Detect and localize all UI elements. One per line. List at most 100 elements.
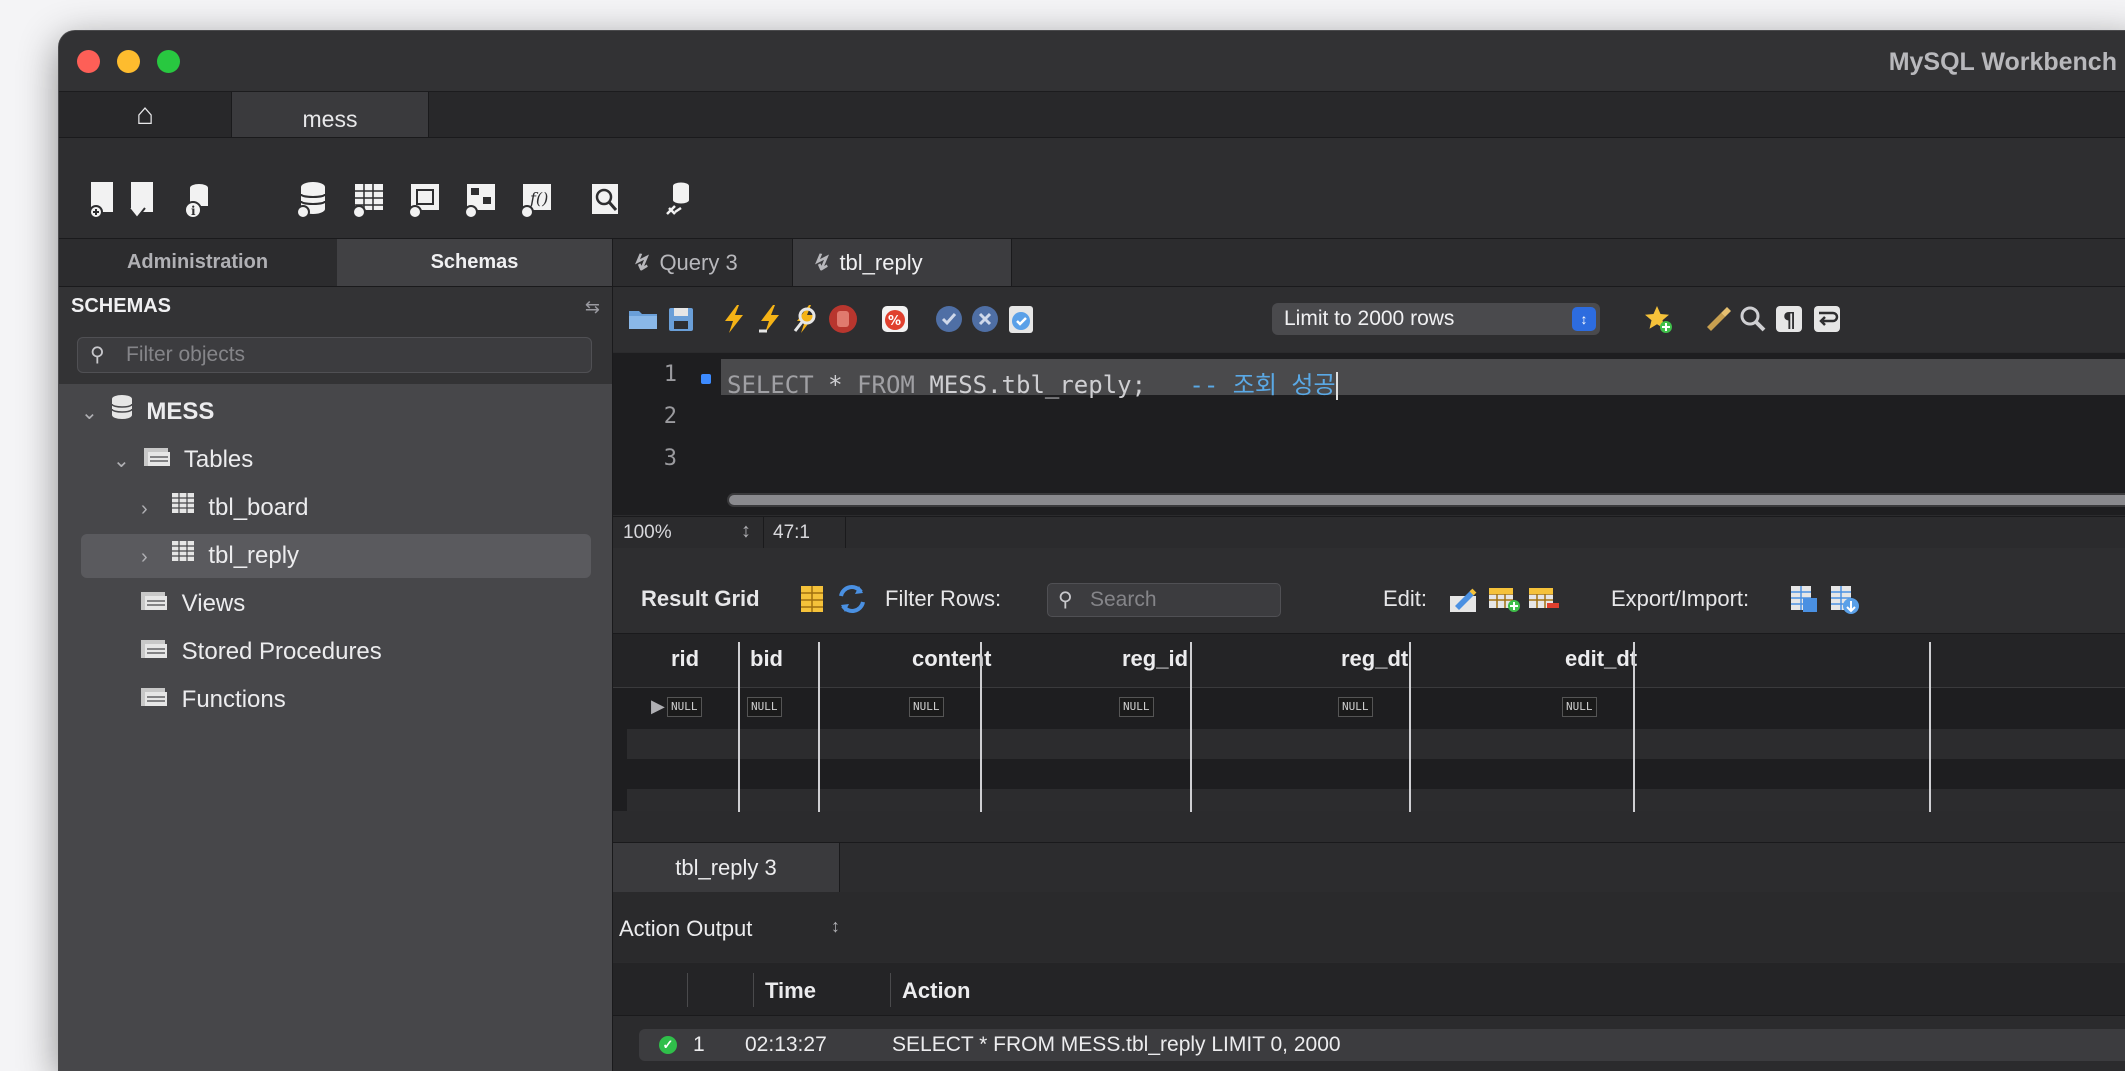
svg-text:f(): f() <box>529 189 548 208</box>
toggle-error-stop-icon[interactable]: % <box>879 303 911 335</box>
null-value[interactable]: NULL <box>747 697 782 717</box>
null-value[interactable]: NULL <box>1338 697 1373 717</box>
stop-icon[interactable] <box>827 303 859 335</box>
column-header-action[interactable]: Action <box>902 978 970 1004</box>
import-icon[interactable] <box>1827 582 1861 616</box>
horizontal-scrollbar[interactable] <box>727 493 2125 507</box>
sql-editor[interactable]: 1 2 3 SELECT * FROM MESS.tbl_reply; -- 조… <box>613 353 2125 515</box>
new-sql-tab-icon[interactable] <box>87 180 121 220</box>
rollback-icon[interactable] <box>969 303 1001 335</box>
column-divider <box>890 973 891 1007</box>
save-icon[interactable] <box>665 303 697 335</box>
schema-inspector-icon[interactable]: i <box>181 180 215 220</box>
null-value[interactable]: NULL <box>667 697 702 717</box>
filter-objects-input[interactable] <box>124 341 568 369</box>
column-header-bid[interactable]: bid <box>750 646 783 672</box>
commit-icon[interactable] <box>933 303 965 335</box>
tree-item-schema-mess[interactable]: ⌄ MESS <box>81 390 214 434</box>
column-divider <box>1929 642 1931 812</box>
column-divider <box>818 642 820 812</box>
column-header-rid[interactable]: rid <box>671 646 699 672</box>
word-wrap-icon[interactable] <box>1811 303 1843 335</box>
svg-text:¶: ¶ <box>1783 308 1796 332</box>
create-view-icon[interactable] <box>407 180 441 220</box>
create-procedure-icon[interactable] <box>463 180 497 220</box>
output-type-select[interactable]: Action Output <box>619 916 752 942</box>
table-name: tbl_board <box>208 494 309 521</box>
table-row[interactable]: ▶ NULL NULL NULL NULL NULL NULL <box>627 688 2125 718</box>
lightning-icon: ↯ <box>811 250 830 275</box>
output-row[interactable]: ✓ 1 02:13:27 SELECT * FROM MESS.tbl_repl… <box>639 1029 2125 1061</box>
tab-query-3[interactable]: ↯ Query 3 <box>613 239 809 286</box>
output-column-header: Time Action <box>613 963 2125 1016</box>
minimize-window-button[interactable] <box>117 50 140 73</box>
column-header-reg-dt[interactable]: reg_dt <box>1341 646 1408 672</box>
refresh-icon[interactable] <box>835 582 869 616</box>
chevron-right-icon[interactable]: › <box>141 487 163 531</box>
output-panel-header: Action Output ↕ <box>613 892 2125 962</box>
insert-row-icon[interactable] <box>1487 582 1521 616</box>
column-header-reg-id[interactable]: reg_id <box>1122 646 1188 672</box>
tree-item-tbl-reply[interactable]: › tbl_reply <box>81 534 591 578</box>
zoom-window-button[interactable] <box>157 50 180 73</box>
tab-schemas[interactable]: Schemas <box>337 239 612 286</box>
auto-commit-icon[interactable] <box>1005 303 1037 335</box>
column-divider <box>753 973 754 1007</box>
divider <box>763 517 764 548</box>
edit-row-icon[interactable] <box>1447 582 1481 616</box>
tab-tbl-reply-3[interactable]: tbl_reply 3 <box>613 843 840 892</box>
create-schema-icon[interactable] <box>295 180 329 220</box>
tree-item-stored-procedures[interactable]: Stored Procedures <box>139 630 382 674</box>
export-icon[interactable] <box>1787 582 1821 616</box>
add-snippet-icon[interactable] <box>1643 303 1675 335</box>
output-tab-bar: tbl_reply 3 <box>613 842 2125 893</box>
limit-rows-select[interactable]: Limit to 2000 rows ↕ <box>1272 303 1600 335</box>
database-icon <box>110 391 134 435</box>
filter-rows-input[interactable] <box>1088 587 1272 613</box>
chevron-down-icon[interactable]: ⌄ <box>113 439 135 483</box>
column-header-time[interactable]: Time <box>765 978 816 1004</box>
tree-item-views[interactable]: Views <box>139 582 245 626</box>
home-tab[interactable]: ⌂ <box>59 92 231 137</box>
chevron-down-icon[interactable]: ⌄ <box>81 391 103 435</box>
explain-icon[interactable] <box>791 303 823 335</box>
tree-item-tbl-board[interactable]: › tbl_board <box>141 486 601 530</box>
open-folder-icon[interactable] <box>627 303 659 335</box>
tree-item-functions[interactable]: Functions <box>139 678 286 722</box>
create-function-icon[interactable]: f() <box>519 180 553 220</box>
create-table-icon[interactable] <box>351 180 385 220</box>
zoom-stepper-icon[interactable]: ↕ <box>741 520 751 543</box>
open-sql-script-icon[interactable] <box>127 180 161 220</box>
folder-icon <box>139 583 169 627</box>
execute-icon[interactable] <box>719 303 751 335</box>
find-icon[interactable] <box>1737 303 1769 335</box>
refresh-schemas-icon[interactable]: ⇆ <box>585 297 600 318</box>
reconnect-icon[interactable] <box>661 180 695 220</box>
up-down-arrows-icon[interactable]: ↕ <box>831 916 840 937</box>
tab-tbl-reply[interactable]: ↯ tbl_reply <box>792 239 1012 286</box>
output-row-number: 1 <box>693 1033 705 1056</box>
beautify-icon[interactable] <box>1703 303 1735 335</box>
folder-icon <box>139 679 169 723</box>
result-grid-label[interactable]: Result Grid <box>641 586 760 612</box>
close-window-button[interactable] <box>77 50 100 73</box>
column-divider <box>980 642 982 812</box>
execute-current-statement-icon[interactable] <box>755 303 787 335</box>
sidebar-tab-bar: Administration Schemas <box>59 239 612 287</box>
tree-item-tables[interactable]: ⌄ Tables <box>113 438 253 482</box>
null-value[interactable]: NULL <box>909 697 944 717</box>
statement-marker-icon <box>701 374 711 384</box>
null-value[interactable]: NULL <box>1119 697 1154 717</box>
chevron-right-icon[interactable]: › <box>141 535 163 579</box>
connection-tab-mess[interactable]: mess <box>231 92 429 137</box>
zoom-level[interactable]: 100% <box>623 522 672 544</box>
search-table-data-icon[interactable] <box>589 180 623 220</box>
column-header-edit-dt[interactable]: edit_dt <box>1565 646 1637 672</box>
invisible-characters-icon[interactable]: ¶ <box>1773 303 1805 335</box>
null-value[interactable]: NULL <box>1562 697 1597 717</box>
limit-rows-label: Limit to 2000 rows <box>1284 307 1455 330</box>
result-grid-view-icon[interactable] <box>795 582 829 616</box>
tab-administration[interactable]: Administration <box>59 239 336 286</box>
scrollbar-thumb[interactable] <box>729 495 2125 505</box>
delete-row-icon[interactable] <box>1527 582 1561 616</box>
